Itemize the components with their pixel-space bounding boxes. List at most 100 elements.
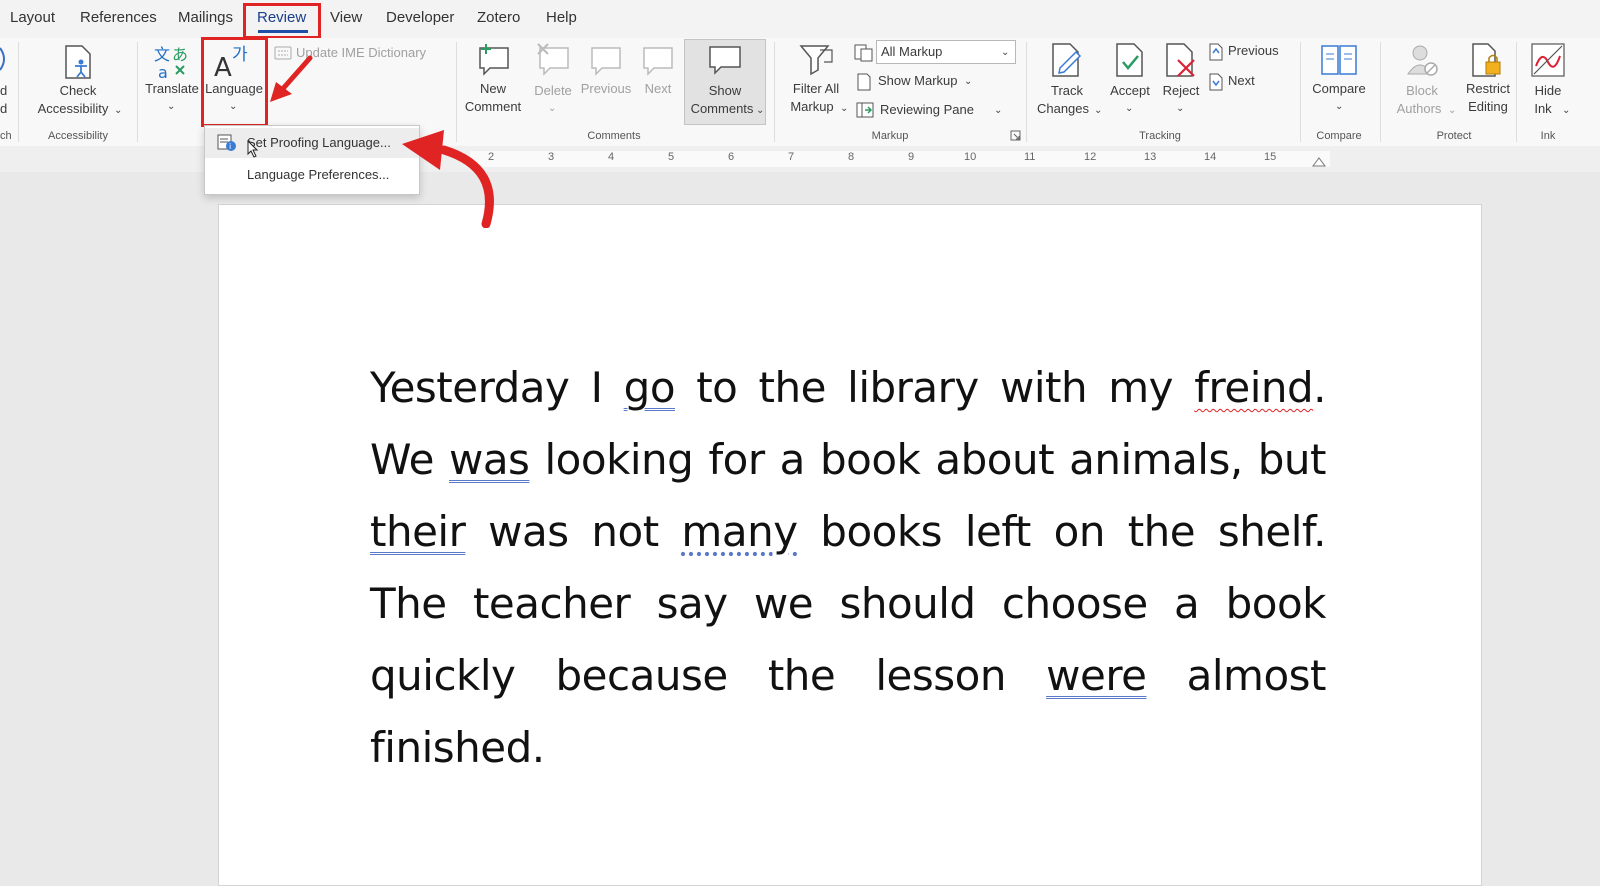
mouse-cursor-icon <box>247 140 259 158</box>
separator <box>1300 42 1301 142</box>
chevron-down-icon: ⌄ <box>1335 101 1344 112</box>
tab-layout[interactable]: Layout <box>10 9 55 26</box>
language-dropdown-menu: i Set Proofing Language... Language Pref… <box>204 125 420 195</box>
restrict-editing-icon <box>1472 43 1501 77</box>
tab-view[interactable]: View <box>330 9 362 26</box>
group-label-comments: Comments <box>587 130 641 142</box>
track-changes-icon <box>1052 43 1082 77</box>
spelling-error[interactable]: freind <box>1194 363 1313 412</box>
accept-button[interactable]: Accept ⌄ <box>1104 42 1156 122</box>
tab-references[interactable]: References <box>80 9 157 26</box>
hide-ink-button[interactable]: Hide Ink ⌄ <box>1520 42 1576 122</box>
show-comments-button[interactable]: Show Comments ⌄ <box>684 39 766 125</box>
next-comment-button[interactable]: Next <box>636 42 680 102</box>
reject-button[interactable]: Reject ⌄ <box>1158 42 1204 122</box>
grammar-error[interactable]: was <box>449 435 530 484</box>
proofing-language-icon: i <box>217 134 236 151</box>
next-comment-icon <box>643 47 673 76</box>
style-suggestion[interactable]: many <box>681 507 798 556</box>
separator <box>1026 42 1027 142</box>
show-markup-button[interactable]: Show Markup ⌄ <box>856 72 986 92</box>
dialog-launcher-icon[interactable] <box>1010 130 1022 142</box>
chevron-down-icon: ⌄ <box>840 103 849 114</box>
reject-icon <box>1166 43 1195 77</box>
text-run: was not <box>465 507 682 556</box>
ruler-number: 5 <box>668 151 675 163</box>
group-label-accessibility: Accessibility <box>48 130 108 142</box>
chevron-down-icon: ⌄ <box>1125 103 1134 114</box>
group-label-compare: Compare <box>1316 130 1362 142</box>
set-proofing-language-item[interactable]: i Set Proofing Language... <box>205 128 419 158</box>
group-label-markup: Markup <box>871 130 909 142</box>
ruler-track: 2 3 4 5 6 7 8 9 10 11 12 13 14 15 <box>470 151 1330 167</box>
previous-comment-button[interactable]: Previous <box>578 42 634 102</box>
tracking-previous-button[interactable]: Previous <box>1208 42 1288 62</box>
markup-display-select[interactable]: All Markup ⌄ <box>876 40 1016 64</box>
text-run: looking for a book about animals, but <box>529 435 1327 484</box>
track-changes-button[interactable]: Track Changes ⌄ <box>1032 42 1102 122</box>
tab-help[interactable]: Help <box>546 9 577 26</box>
filter-icon <box>799 45 833 76</box>
chevron-down-icon: ⌄ <box>994 105 1003 116</box>
accept-icon <box>1116 43 1143 77</box>
ruler-number: 4 <box>608 151 615 163</box>
group-label-ink: Ink <box>1540 130 1556 142</box>
chevron-down-icon: ⌄ <box>756 105 765 116</box>
compare-icon <box>1321 45 1357 75</box>
ruler-number: 10 <box>964 151 977 163</box>
restrict-editing-button[interactable]: Restrict Editing <box>1456 42 1520 122</box>
ruler-number: 13 <box>1144 151 1157 163</box>
block-authors-button[interactable]: Block Authors ⌄ <box>1388 42 1456 122</box>
ruler-number: 7 <box>788 151 795 163</box>
hide-ink-icon <box>1531 43 1565 77</box>
review-tab-highlight <box>243 3 321 39</box>
previous-comment-icon <box>591 47 621 76</box>
svg-text:a: a <box>158 63 168 80</box>
ruler-number: 15 <box>1264 151 1277 163</box>
group-label-protect: Protect <box>1436 130 1472 142</box>
block-authors-icon <box>1407 45 1438 76</box>
chevron-down-icon: ⌄ <box>1094 105 1103 116</box>
delete-comment-icon <box>537 43 569 76</box>
ruler-number: 9 <box>908 151 915 163</box>
ruler-number: 3 <box>548 151 555 163</box>
tracking-next-button[interactable]: Next <box>1208 72 1288 92</box>
chevron-down-icon: ⌄ <box>548 103 557 114</box>
ruler-number: 12 <box>1084 151 1097 163</box>
annotation-arrow <box>270 55 313 102</box>
next-change-icon <box>1209 73 1223 91</box>
tab-mailings[interactable]: Mailings <box>178 9 233 26</box>
ruler-number: 6 <box>728 151 735 163</box>
chevron-down-icon: ⌄ <box>114 105 123 116</box>
previous-change-icon <box>1209 43 1223 61</box>
grammar-error[interactable]: their <box>370 507 466 556</box>
group-label-tracking: Tracking <box>1139 130 1181 142</box>
translate-button[interactable]: 文 あ a Translate ⌄ <box>142 42 202 122</box>
tab-zotero[interactable]: Zotero <box>477 9 520 26</box>
grammar-error[interactable]: were <box>1046 651 1147 700</box>
language-button-highlight <box>201 37 268 127</box>
language-preferences-item[interactable]: Language Preferences... <box>205 160 419 190</box>
filter-all-markup-button[interactable]: Filter All Markup ⌄ <box>782 42 850 122</box>
partial-label: d <box>0 101 8 116</box>
svg-text:あ: あ <box>172 45 188 64</box>
new-comment-button[interactable]: New Comment <box>462 42 524 122</box>
text-run: to the library with my <box>675 363 1195 412</box>
tab-developer[interactable]: Developer <box>386 9 454 26</box>
reviewing-pane-icon <box>856 102 874 118</box>
reviewing-pane-button[interactable]: Reviewing Pane ⌄ <box>856 101 1006 121</box>
chevron-down-icon: ⌄ <box>964 76 973 87</box>
svg-text:i: i <box>229 142 231 151</box>
ruler-number: 8 <box>848 151 855 163</box>
partial-group-label: ch <box>0 130 12 142</box>
delete-comment-button[interactable]: Delete ⌄ <box>528 42 578 122</box>
grammar-error[interactable]: go <box>624 363 676 412</box>
show-comments-icon <box>709 46 741 75</box>
show-markup-icon <box>857 73 871 91</box>
chevron-down-icon: ⌄ <box>167 101 176 112</box>
document-body[interactable]: Yesterday I go to the library with my fr… <box>370 352 1327 784</box>
right-indent-marker[interactable] <box>1312 155 1326 167</box>
compare-button[interactable]: Compare ⌄ <box>1306 42 1372 122</box>
check-accessibility-button[interactable]: Check Accessibility ⌄ <box>30 42 126 122</box>
partial-label: d <box>0 83 8 98</box>
